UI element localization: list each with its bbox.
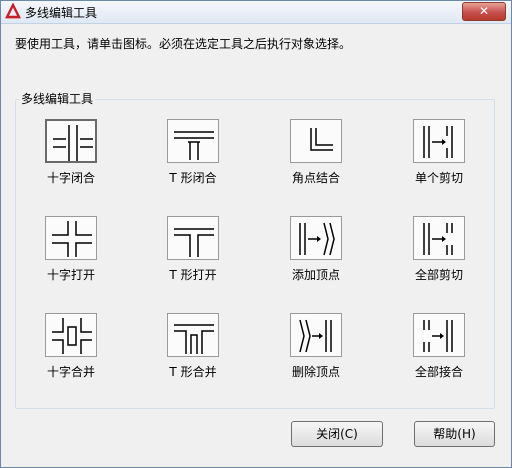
instruction-text: 要使用工具，请单击图标。必须在选定工具之后执行对象选择。 bbox=[15, 37, 352, 51]
cut-single-icon bbox=[423, 126, 453, 158]
tool-corner-joint[interactable]: 角点结合 bbox=[264, 119, 368, 205]
add-vertex-icon bbox=[299, 222, 335, 256]
tee-merged-icon bbox=[174, 324, 214, 354]
tool-label: 单个剪切 bbox=[414, 171, 463, 185]
cross-merged-button[interactable] bbox=[45, 313, 97, 357]
tool-label: 添加顶点 bbox=[291, 268, 340, 282]
add-vertex-button[interactable] bbox=[290, 216, 342, 260]
delete-vertex-button[interactable] bbox=[290, 313, 342, 357]
tool-label: T 形闭合 bbox=[169, 171, 217, 185]
tee-open-button[interactable] bbox=[167, 216, 219, 260]
cut-all-icon bbox=[423, 223, 453, 255]
tool-add-vertex[interactable]: 添加顶点 bbox=[264, 216, 368, 302]
tool-label: 删除顶点 bbox=[291, 365, 340, 379]
tool-tee-merged[interactable]: T 形合并 bbox=[141, 313, 245, 399]
tool-label: 十字合并 bbox=[46, 365, 95, 379]
tool-delete-vertex[interactable]: 删除顶点 bbox=[264, 313, 368, 399]
tool-label: 十字闭合 bbox=[46, 171, 95, 185]
tee-merged-button[interactable] bbox=[167, 313, 219, 357]
help-button[interactable]: 帮助(H) bbox=[414, 421, 495, 447]
weld-all-button[interactable] bbox=[413, 313, 465, 357]
tool-tee-closed[interactable]: T 形闭合 bbox=[141, 119, 245, 205]
tool-label: 十字打开 bbox=[46, 268, 95, 282]
corner-joint-button[interactable] bbox=[290, 119, 342, 163]
weld-all-icon bbox=[423, 320, 453, 352]
tool-label: 全部剪切 bbox=[414, 268, 463, 282]
delete-vertex-icon bbox=[299, 319, 332, 353]
cross-open-icon bbox=[52, 221, 92, 257]
close-button[interactable]: 关闭(C) bbox=[291, 421, 383, 447]
tool-tee-open[interactable]: T 形打开 bbox=[141, 216, 245, 302]
window-close-button[interactable]: ✕ bbox=[462, 2, 506, 21]
tool-cut-single[interactable]: 单个剪切 bbox=[387, 119, 491, 205]
corner-joint-icon bbox=[310, 128, 333, 151]
tee-closed-button[interactable] bbox=[167, 119, 219, 163]
title-bar: 多线编辑工具 ✕ bbox=[1, 1, 511, 24]
autocad-icon bbox=[5, 3, 21, 19]
cross-merged-icon bbox=[52, 318, 92, 354]
tool-label: 角点结合 bbox=[291, 171, 340, 185]
cross-closed-icon bbox=[53, 125, 93, 161]
tool-cut-all[interactable]: 全部剪切 bbox=[387, 216, 491, 302]
tool-label: 全部接合 bbox=[414, 365, 463, 379]
tools-group-label: 多线编辑工具 bbox=[19, 90, 96, 107]
tee-open-icon bbox=[174, 228, 214, 257]
tool-cross-merged[interactable]: 十字合并 bbox=[19, 313, 123, 399]
tool-weld-all[interactable]: 全部接合 bbox=[387, 313, 491, 399]
cross-closed-button[interactable] bbox=[45, 119, 97, 163]
tool-cross-open[interactable]: 十字打开 bbox=[19, 216, 123, 302]
cut-single-button[interactable] bbox=[413, 119, 465, 163]
tool-label: T 形合并 bbox=[169, 365, 217, 379]
cut-all-button[interactable] bbox=[413, 216, 465, 260]
tool-label: T 形打开 bbox=[169, 268, 217, 282]
multiline-edit-dialog: 多线编辑工具 ✕ 要使用工具，请单击图标。必须在选定工具之后执行对象选择。 多线… bbox=[0, 0, 512, 468]
cross-open-button[interactable] bbox=[45, 216, 97, 260]
tool-cross-closed[interactable]: 十字闭合 bbox=[19, 119, 123, 205]
tee-closed-icon bbox=[174, 131, 214, 160]
window-title: 多线编辑工具 bbox=[25, 6, 98, 20]
